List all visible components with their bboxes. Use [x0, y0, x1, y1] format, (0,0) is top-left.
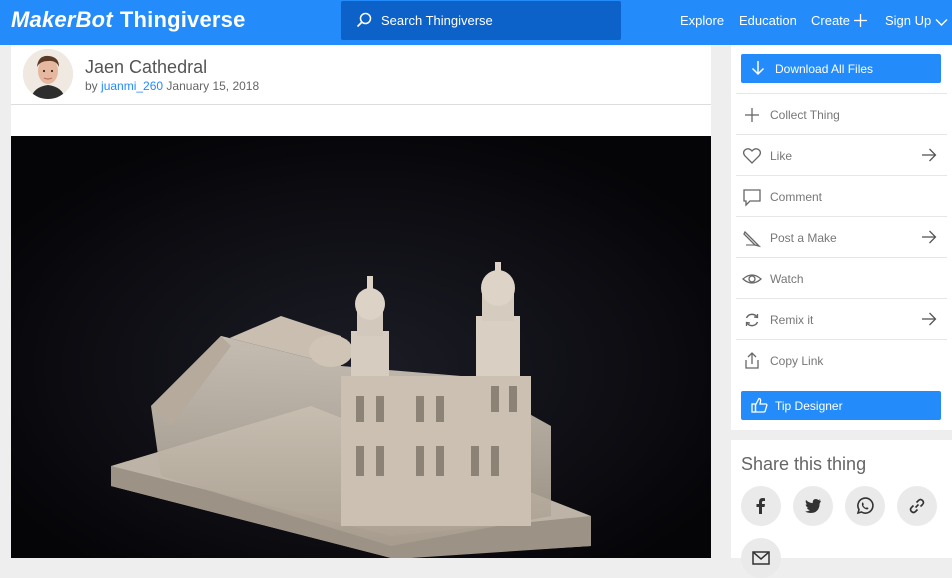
nav-create-label: Create: [811, 13, 851, 28]
whatsapp-icon: [856, 497, 874, 515]
collect-thing-label: Collect Thing: [770, 108, 840, 122]
share-panel: Share this thing: [731, 440, 952, 578]
share-email-button[interactable]: [741, 538, 781, 578]
tip-designer-button[interactable]: Tip Designer: [741, 391, 941, 420]
copy-link-label: Copy Link: [770, 354, 824, 368]
thing-title: Jaen Cathedral: [85, 57, 208, 77]
remix-button[interactable]: Remix it: [736, 298, 947, 339]
arrow-right-icon: [922, 312, 937, 326]
arrow-right-icon: [922, 230, 937, 244]
download-all-label: Download All Files: [775, 62, 874, 76]
logo-brand: MakerBot: [11, 7, 113, 32]
twitter-icon: [805, 499, 821, 513]
share-link-button[interactable]: [897, 486, 937, 526]
post-a-make-label: Post a Make: [770, 231, 837, 245]
share-heading: Share this thing: [741, 454, 867, 474]
thingiverse-logo[interactable]: MakerBot Thingiverse: [11, 7, 246, 33]
thing-main-image[interactable]: [11, 136, 711, 558]
comment-button[interactable]: Comment: [736, 175, 947, 216]
author-link[interactable]: juanmi_260: [101, 79, 163, 93]
download-all-files-button[interactable]: Download All Files: [741, 54, 941, 83]
like-label: Like: [770, 149, 793, 163]
thumbs-up-icon: [751, 397, 768, 413]
remix-label: Remix it: [770, 313, 814, 327]
post-a-make-button[interactable]: Post a Make: [736, 216, 947, 257]
plus-icon: [745, 108, 759, 122]
collect-thing-button[interactable]: Collect Thing: [736, 93, 947, 134]
like-button[interactable]: Like: [736, 134, 947, 175]
eye-icon: [742, 274, 762, 284]
avatar-image: [23, 49, 73, 99]
email-icon: [752, 551, 770, 565]
remix-icon: [745, 313, 759, 327]
nav-explore[interactable]: Explore: [680, 13, 724, 28]
nav-signup[interactable]: Sign Up: [885, 13, 948, 28]
heart-icon: [742, 148, 762, 164]
watch-button[interactable]: Watch: [736, 257, 947, 298]
search-box[interactable]: Search Thingiverse: [341, 1, 621, 40]
nav-signup-label: Sign Up: [885, 13, 932, 28]
publish-date: January 15, 2018: [166, 79, 260, 93]
comment-icon: [743, 189, 761, 207]
pencil-icon: [743, 230, 762, 248]
facebook-icon: [756, 498, 765, 514]
tip-designer-label: Tip Designer: [775, 399, 843, 413]
watch-label: Watch: [770, 272, 804, 286]
copy-link-button[interactable]: Copy Link: [736, 339, 947, 380]
nav-education[interactable]: Education: [739, 13, 797, 28]
share-icon: [745, 352, 759, 369]
download-icon: [751, 61, 765, 76]
link-icon: [909, 498, 925, 514]
chevron-down-icon: [935, 19, 948, 26]
cathedral-model-photo: [11, 136, 711, 558]
share-facebook-button[interactable]: [741, 486, 781, 526]
thing-header: Jaen Cathedral by juanmi_260 January 15,…: [11, 45, 711, 105]
arrow-right-icon: [922, 148, 937, 162]
author-avatar[interactable]: [23, 49, 73, 99]
comment-label: Comment: [770, 190, 823, 204]
search-input[interactable]: Search Thingiverse: [381, 13, 493, 28]
share-whatsapp-button[interactable]: [845, 486, 885, 526]
top-navigation-bar: MakerBot Thingiverse Search Thingiverse E…: [0, 0, 952, 45]
logo-product: Thingiverse: [119, 7, 246, 32]
byline-by: by: [85, 79, 98, 93]
search-icon: [356, 12, 372, 28]
plus-icon: [854, 14, 868, 27]
nav-create[interactable]: Create: [811, 13, 868, 28]
thing-actions-panel: Download All Files Collect Thing Like Co…: [731, 45, 952, 430]
thing-byline: by juanmi_260 January 15, 2018: [85, 79, 259, 93]
share-twitter-button[interactable]: [793, 486, 833, 526]
thing-main-panel: Jaen Cathedral by juanmi_260 January 15,…: [11, 45, 711, 558]
